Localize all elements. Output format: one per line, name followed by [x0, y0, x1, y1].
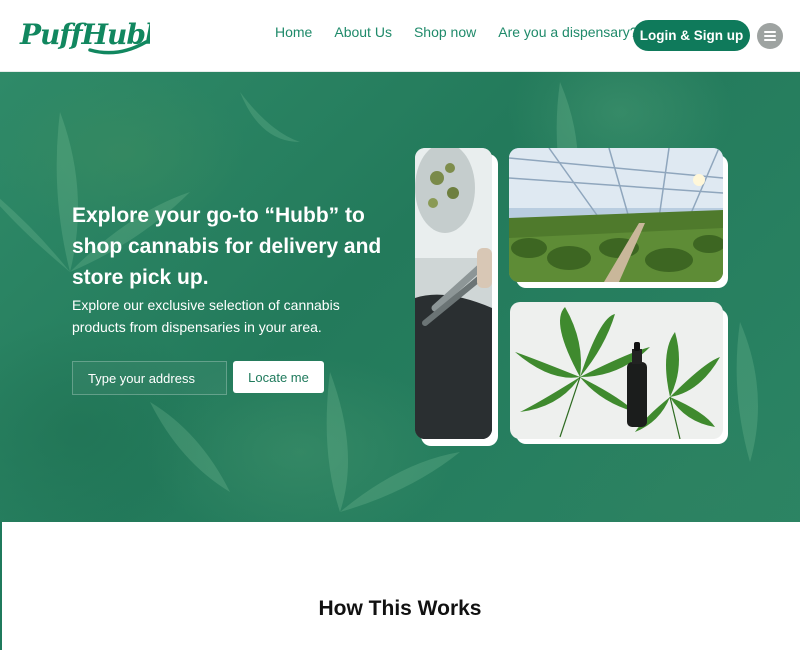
locate-me-button[interactable]: Locate me — [233, 361, 324, 393]
hero-subheadline: Explore our exclusive selection of canna… — [72, 297, 340, 335]
nav-shop-link[interactable]: Shop now — [414, 24, 476, 40]
leaves-bottle-image — [510, 302, 723, 439]
section-divider — [0, 522, 2, 650]
hamburger-menu-icon — [764, 31, 776, 41]
jar-tongs-image — [415, 148, 492, 439]
how-it-works-heading: How This Works — [318, 597, 482, 620]
nav-dispensary-link[interactable]: Are you a dispensary? — [498, 24, 637, 40]
hamburger-menu-button[interactable] — [757, 23, 783, 49]
svg-text:PuffHubb: PuffHubb — [19, 18, 150, 51]
nav-about-link[interactable]: About Us — [334, 24, 392, 40]
hero-banner: Explore your go-to “Hubb” to shop cannab… — [0, 72, 800, 522]
greenhouse-image — [509, 148, 723, 282]
main-nav: Home About Us Shop now Are you a dispens… — [275, 24, 638, 40]
puffhubb-logo[interactable]: PuffHubb — [18, 14, 165, 60]
site-header: PuffHubb Home About Us Shop now Are you … — [0, 0, 800, 72]
address-input[interactable] — [72, 361, 227, 395]
login-signup-button[interactable]: Login & Sign up — [633, 20, 750, 51]
hero-headline: Explore your go-to “Hubb” to shop cannab… — [72, 204, 382, 289]
nav-home-link[interactable]: Home — [275, 24, 312, 40]
